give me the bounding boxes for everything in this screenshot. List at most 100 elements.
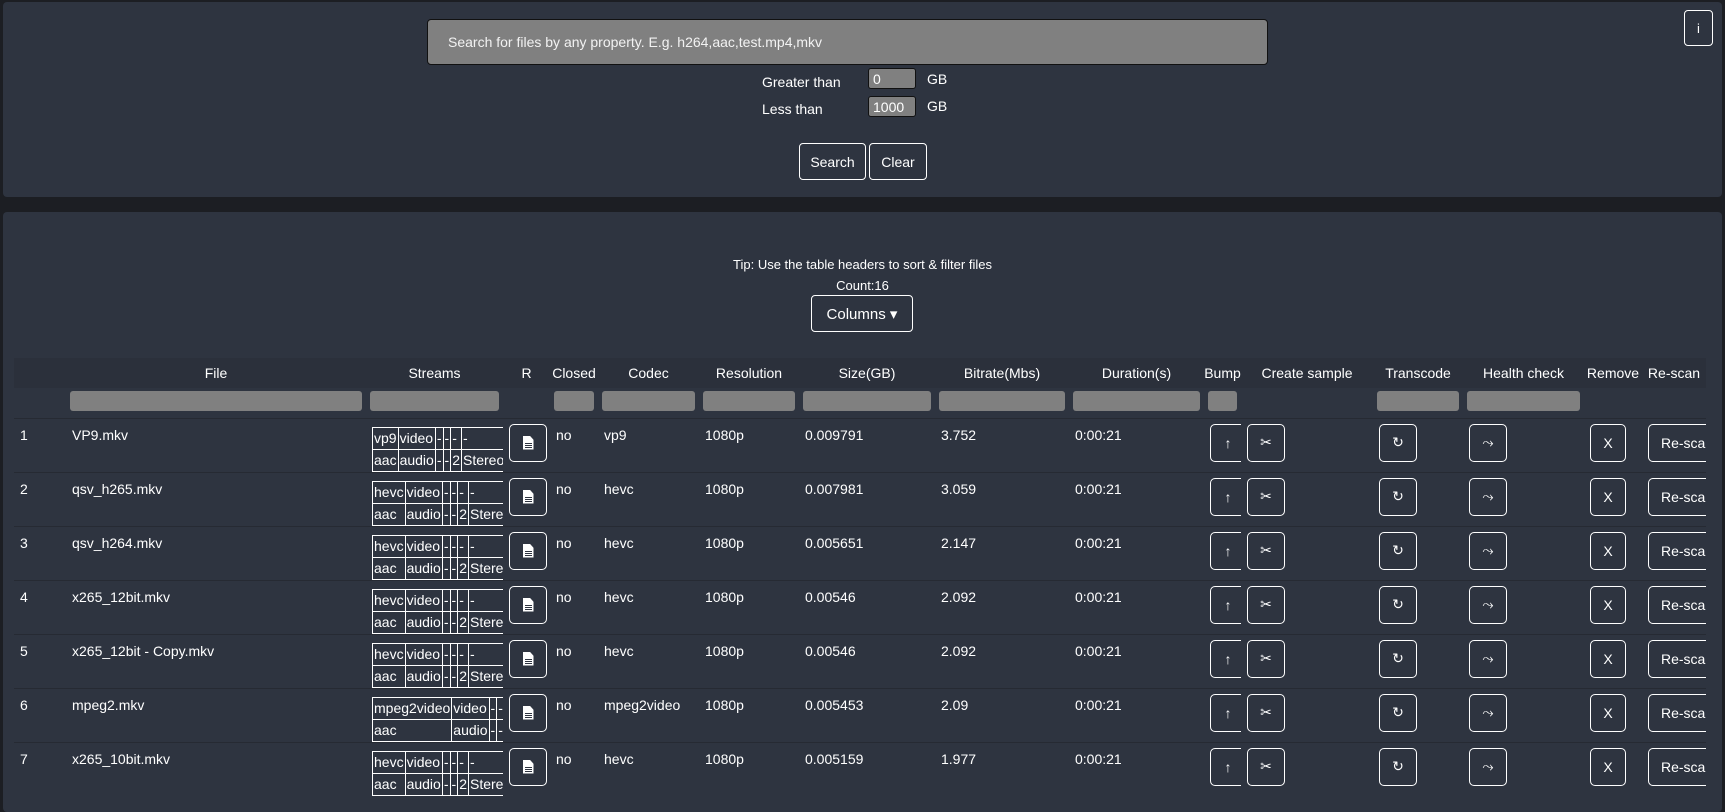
- wave-arrow-icon: ⤳: [1482, 596, 1494, 612]
- report-button[interactable]: [509, 477, 547, 516]
- resolution: 1080p: [699, 741, 799, 796]
- column-header-bump[interactable]: Bump: [1204, 358, 1241, 388]
- column-filter-input[interactable]: [803, 391, 931, 411]
- file-name[interactable]: qsv_h264.mkv: [66, 525, 366, 580]
- column-filter-input[interactable]: [1073, 391, 1200, 411]
- column-header-remove[interactable]: Remove: [1584, 358, 1642, 388]
- bump-button[interactable]: ↑: [1210, 747, 1241, 786]
- columns-dropdown-button[interactable]: Columns ▾: [811, 295, 913, 332]
- column-filter-input[interactable]: [1208, 391, 1237, 411]
- arrow-up-icon: ↑: [1224, 488, 1232, 505]
- health-check-button[interactable]: ⤳: [1469, 639, 1507, 678]
- report-button[interactable]: [509, 585, 547, 624]
- column-header-r[interactable]: R: [503, 358, 550, 388]
- resolution: 1080p: [699, 633, 799, 688]
- remove-button[interactable]: X: [1590, 531, 1626, 570]
- create-sample-button[interactable]: ✂: [1247, 639, 1285, 678]
- bump-button[interactable]: ↑: [1210, 585, 1241, 624]
- rescan-button[interactable]: Re-scan: [1648, 585, 1706, 624]
- bump-button[interactable]: ↑: [1210, 531, 1241, 570]
- remove-button[interactable]: X: [1590, 747, 1626, 786]
- bump-button[interactable]: ↑: [1210, 423, 1241, 462]
- column-header-transcode[interactable]: Transcode: [1373, 358, 1463, 388]
- remove-button[interactable]: X: [1590, 693, 1626, 732]
- report-button[interactable]: [509, 423, 547, 462]
- stream-field: Stereo: [460, 448, 503, 472]
- transcode-button[interactable]: ↻: [1379, 477, 1417, 516]
- clear-button[interactable]: Clear: [869, 143, 927, 180]
- rescan-cell: Re-scan: [1642, 633, 1706, 688]
- column-header-duration-s[interactable]: Duration(s): [1069, 358, 1204, 388]
- health-check-button[interactable]: ⤳: [1469, 747, 1507, 786]
- create-sample-button[interactable]: ✂: [1247, 747, 1285, 786]
- health-check-button[interactable]: ⤳: [1469, 693, 1507, 732]
- column-header-health-check[interactable]: Health check: [1463, 358, 1584, 388]
- file-name[interactable]: x265_12bit.mkv: [66, 579, 366, 634]
- report-button[interactable]: [509, 693, 547, 732]
- remove-button[interactable]: X: [1590, 477, 1626, 516]
- transcode-button[interactable]: ↻: [1379, 693, 1417, 732]
- column-filter-input[interactable]: [370, 391, 499, 411]
- column-filter-input[interactable]: [703, 391, 795, 411]
- transcode-button[interactable]: ↻: [1379, 585, 1417, 624]
- bump-button[interactable]: ↑: [1210, 477, 1241, 516]
- transcode-button[interactable]: ↻: [1379, 531, 1417, 570]
- column-filter-input[interactable]: [554, 391, 594, 411]
- column-filter-input[interactable]: [602, 391, 695, 411]
- info-button[interactable]: i: [1684, 10, 1713, 46]
- less-than-input[interactable]: [868, 96, 916, 117]
- remove-button[interactable]: X: [1590, 423, 1626, 462]
- remove-button[interactable]: X: [1590, 639, 1626, 678]
- create-sample-button[interactable]: ✂: [1247, 423, 1285, 462]
- column-header-size-gb[interactable]: Size(GB): [799, 358, 935, 388]
- rescan-button[interactable]: Re-scan: [1648, 747, 1706, 786]
- column-header-bitrate-mbs[interactable]: Bitrate(Mbs): [935, 358, 1069, 388]
- column-header-re-scan[interactable]: Re-scan: [1642, 358, 1706, 388]
- rescan-button[interactable]: Re-scan: [1648, 477, 1706, 516]
- rescan-button[interactable]: Re-scan: [1648, 531, 1706, 570]
- create-sample-button[interactable]: ✂: [1247, 531, 1285, 570]
- size-gb: 0.005651: [799, 525, 935, 580]
- bump-button[interactable]: ↑: [1210, 693, 1241, 732]
- column-header-index[interactable]: [14, 358, 66, 388]
- column-header-create-sample[interactable]: Create sample: [1241, 358, 1373, 388]
- health-check-button[interactable]: ⤳: [1469, 477, 1507, 516]
- report-button[interactable]: [509, 531, 547, 570]
- file-name[interactable]: mpeg2.mkv: [66, 687, 366, 742]
- create-sample-button[interactable]: ✂: [1247, 693, 1285, 732]
- search-input[interactable]: [427, 19, 1268, 65]
- create-sample-button[interactable]: ✂: [1247, 477, 1285, 516]
- transcode-button[interactable]: ↻: [1379, 747, 1417, 786]
- column-filter-input[interactable]: [1377, 391, 1459, 411]
- transcode-button[interactable]: ↻: [1379, 423, 1417, 462]
- column-filter-input[interactable]: [70, 391, 362, 411]
- create-sample-button[interactable]: ✂: [1247, 585, 1285, 624]
- column-header-resolution[interactable]: Resolution: [699, 358, 799, 388]
- health-check-button[interactable]: ⤳: [1469, 423, 1507, 462]
- file-name[interactable]: VP9.mkv: [66, 417, 366, 472]
- column-header-file[interactable]: File: [66, 358, 366, 388]
- file-name[interactable]: x265_12bit - Copy.mkv: [66, 633, 366, 688]
- rescan-button[interactable]: Re-scan: [1648, 693, 1706, 732]
- codec: hevc: [598, 741, 699, 796]
- rescan-button[interactable]: Re-scan: [1648, 639, 1706, 678]
- health-check-button[interactable]: ⤳: [1469, 531, 1507, 570]
- column-filter-input[interactable]: [1467, 391, 1580, 411]
- file-name[interactable]: qsv_h265.mkv: [66, 471, 366, 526]
- column-header-streams[interactable]: Streams: [366, 358, 503, 388]
- search-button[interactable]: Search: [799, 143, 866, 180]
- bump-button[interactable]: ↑: [1210, 639, 1241, 678]
- report-button[interactable]: [509, 639, 547, 678]
- rescan-button[interactable]: Re-scan: [1648, 423, 1706, 462]
- column-header-closed[interactable]: Closed: [550, 358, 598, 388]
- stream-field: -: [496, 718, 503, 742]
- report-button[interactable]: [509, 747, 547, 786]
- greater-than-input[interactable]: [868, 68, 916, 89]
- health-check-button[interactable]: ⤳: [1469, 585, 1507, 624]
- file-name[interactable]: x265_10bit.mkv: [66, 741, 366, 796]
- column-header-codec[interactable]: Codec: [598, 358, 699, 388]
- greater-than-label: Greater than: [762, 74, 841, 90]
- transcode-button[interactable]: ↻: [1379, 639, 1417, 678]
- column-filter-input[interactable]: [939, 391, 1065, 411]
- remove-button[interactable]: X: [1590, 585, 1626, 624]
